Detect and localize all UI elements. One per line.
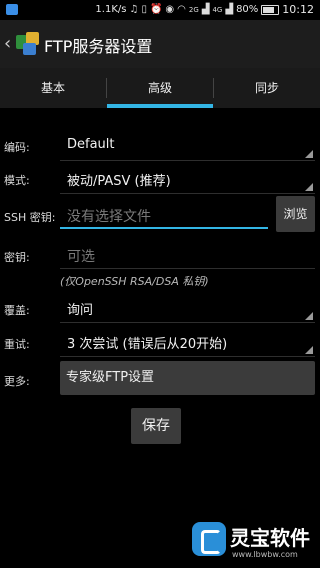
retry-spinner[interactable]: 3 次尝试 (错误后从20开始) bbox=[67, 333, 227, 352]
vibrate-icon: ▯ bbox=[141, 4, 147, 15]
tab-sync[interactable]: 同步 bbox=[214, 68, 320, 108]
ftp-app-icon[interactable] bbox=[16, 32, 40, 56]
watermark-name: 灵宝软件 bbox=[230, 526, 310, 550]
alarm-icon: ⏰ bbox=[149, 4, 163, 15]
overwrite-label: 覆盖: bbox=[4, 304, 30, 317]
action-bar: ‹ FTP服务器设置 bbox=[0, 20, 320, 69]
battery-percent: 80% bbox=[236, 4, 259, 15]
retry-dropdown-icon bbox=[305, 346, 313, 354]
status-right-group: 1.1K/s ♫ ▯ ⏰ ◉ ◠ 2G ▟ 4G ▟ 80% 10:12 bbox=[95, 3, 314, 16]
overwrite-spinner[interactable]: 询问 bbox=[67, 299, 93, 318]
notification-app-icon bbox=[6, 4, 18, 15]
expert-ftp-settings-button[interactable]: 专家级FTP设置 bbox=[60, 361, 315, 395]
encoding-underline bbox=[60, 160, 315, 161]
ssh-key-underline bbox=[60, 227, 268, 229]
retry-label: 重试: bbox=[4, 338, 30, 351]
clock: 10:12 bbox=[282, 3, 314, 16]
network-speed: 1.1K/s bbox=[95, 4, 127, 15]
watermark-url: www.lbwbw.com bbox=[232, 550, 298, 559]
tab-advanced[interactable]: 高级 bbox=[107, 68, 213, 108]
watermark-logo-icon bbox=[192, 522, 226, 556]
back-icon[interactable]: ‹ bbox=[4, 33, 11, 54]
net-badge: 2G bbox=[188, 5, 199, 14]
signal2-icon: ▟ bbox=[225, 4, 234, 15]
tab-basic[interactable]: 基本 bbox=[0, 68, 106, 108]
mode-dropdown-icon bbox=[305, 183, 313, 191]
overwrite-underline bbox=[60, 322, 315, 323]
key-pass-underline bbox=[60, 268, 315, 269]
overwrite-dropdown-icon bbox=[305, 312, 313, 320]
encoding-dropdown-icon bbox=[305, 150, 313, 158]
key-pass-field[interactable]: 可选 bbox=[67, 246, 95, 266]
eye-icon: ◉ bbox=[165, 4, 175, 15]
more-label: 更多: bbox=[4, 375, 30, 388]
headset-icon: ♫ bbox=[129, 4, 139, 15]
battery-icon bbox=[261, 4, 280, 15]
ssh-key-label: SSH 密钥: bbox=[4, 211, 56, 224]
mode-label: 模式: bbox=[4, 174, 30, 187]
page-title: FTP服务器设置 bbox=[44, 37, 153, 56]
save-button[interactable]: 保存 bbox=[131, 408, 181, 444]
retry-underline bbox=[60, 356, 315, 357]
ssh-key-field[interactable]: 没有选择文件 bbox=[67, 206, 151, 226]
signal-badge: 4G bbox=[212, 5, 223, 14]
mode-underline bbox=[60, 193, 315, 194]
tab-bar: 基本 高级 同步 bbox=[0, 68, 320, 108]
key-pass-hint: (仅OpenSSH RSA/DSA 私钥) bbox=[60, 275, 209, 288]
mode-spinner[interactable]: 被动/PASV (推荐) bbox=[67, 170, 171, 189]
signal-icon: ▟ bbox=[201, 4, 210, 15]
key-pass-label: 密钥: bbox=[4, 251, 30, 264]
status-bar: 1.1K/s ♫ ▯ ⏰ ◉ ◠ 2G ▟ 4G ▟ 80% 10:12 bbox=[0, 0, 320, 20]
wifi-icon: ◠ bbox=[177, 4, 186, 15]
encoding-label: 编码: bbox=[4, 141, 30, 154]
browse-button[interactable]: 浏览 bbox=[276, 196, 315, 232]
encoding-spinner[interactable]: Default bbox=[67, 137, 115, 152]
